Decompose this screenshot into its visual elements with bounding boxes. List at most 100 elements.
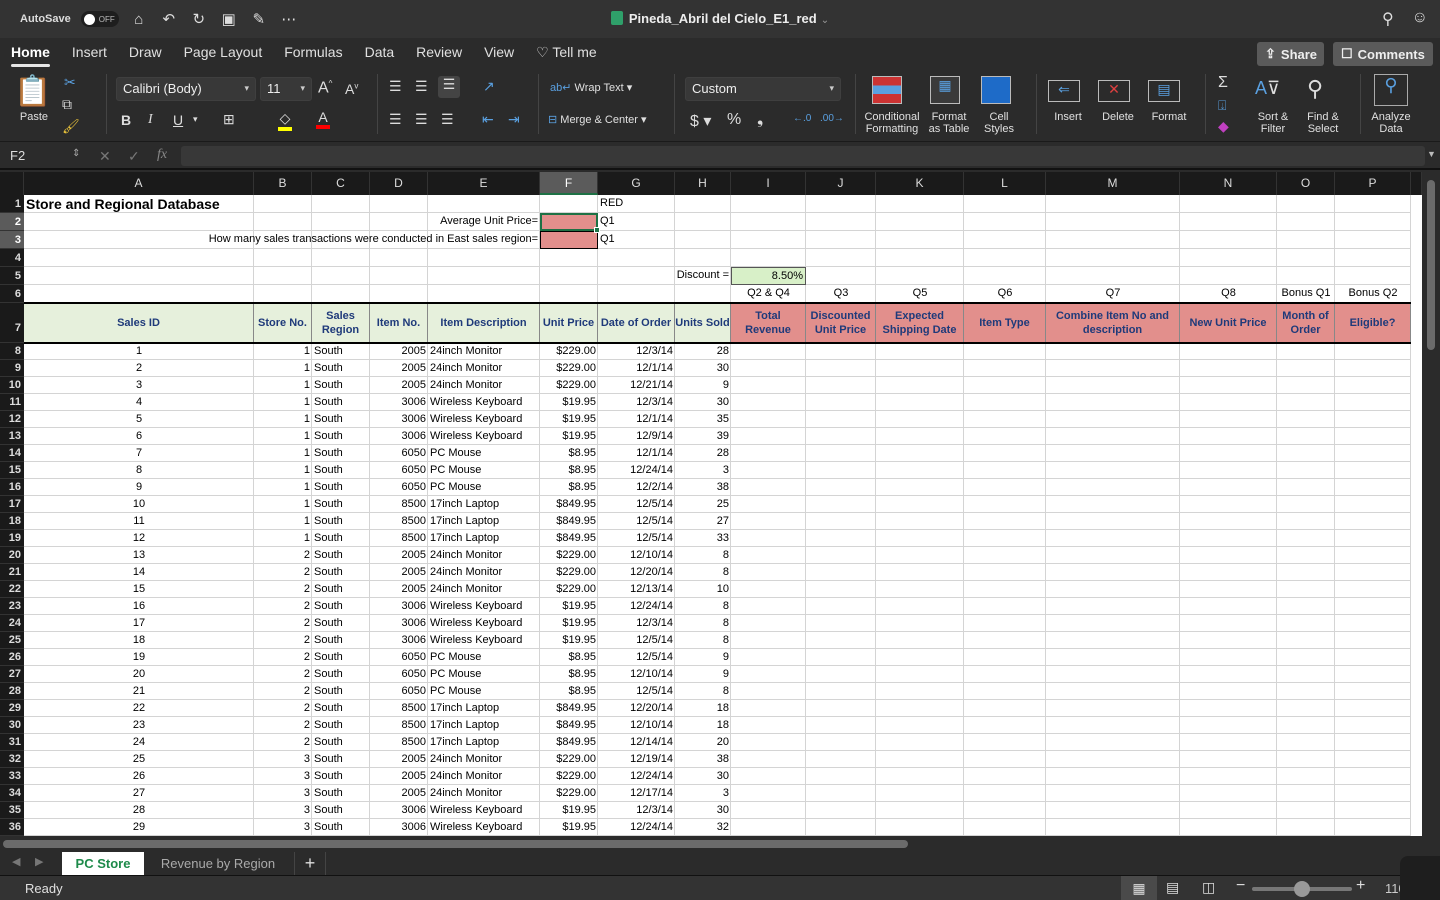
cell-p22[interactable]	[1335, 581, 1411, 598]
cell-m27[interactable]	[1046, 666, 1180, 683]
cell-h4[interactable]	[675, 249, 731, 267]
cell-m19[interactable]	[1046, 530, 1180, 547]
table-cell[interactable]: 18	[24, 632, 254, 649]
cell-o16[interactable]	[1277, 479, 1335, 496]
table-cell[interactable]: 12/20/14	[598, 564, 675, 581]
question-label-n[interactable]: Q8	[1180, 285, 1277, 303]
cell-l30[interactable]	[964, 717, 1046, 734]
column-header-k[interactable]: K	[876, 172, 964, 195]
select-all-corner[interactable]	[0, 172, 24, 195]
table-cell[interactable]: Wireless Keyboard	[428, 394, 540, 411]
cell-a5[interactable]	[24, 267, 254, 285]
table-cell[interactable]: 2	[254, 598, 312, 615]
cell-l21[interactable]	[964, 564, 1046, 581]
table-cell[interactable]: $19.95	[540, 598, 598, 615]
cell-n1[interactable]	[1180, 195, 1277, 213]
table-cell[interactable]: 12/24/14	[598, 768, 675, 785]
cell-i27[interactable]	[731, 666, 806, 683]
cell-h1[interactable]	[675, 195, 731, 213]
cell-p25[interactable]	[1335, 632, 1411, 649]
table-cell[interactable]: 8	[675, 632, 731, 649]
cell-n34[interactable]	[1180, 785, 1277, 802]
table-cell[interactable]: South	[312, 394, 370, 411]
horizontal-scrollbar[interactable]	[0, 836, 1440, 852]
cell-k14[interactable]	[876, 445, 964, 462]
font-size-dropdown[interactable]: 11 ▾	[260, 77, 312, 101]
table-cell[interactable]: South	[312, 547, 370, 564]
cell-j36[interactable]	[806, 819, 876, 836]
cell-l3[interactable]	[964, 231, 1046, 249]
row-header[interactable]: 3	[0, 231, 24, 249]
cell-l17[interactable]	[964, 496, 1046, 513]
column-header-f[interactable]: F	[540, 172, 598, 195]
align-right-icon[interactable]: ☰	[441, 111, 454, 128]
column-header-j[interactable]: J	[806, 172, 876, 195]
cell-i8[interactable]	[731, 343, 806, 360]
table-cell[interactable]: 3	[254, 785, 312, 802]
table-cell[interactable]: South	[312, 564, 370, 581]
cell-m18[interactable]	[1046, 513, 1180, 530]
table-cell[interactable]: 39	[675, 428, 731, 445]
table-cell[interactable]: $8.95	[540, 649, 598, 666]
cell-a4[interactable]	[24, 249, 254, 267]
cell-m5[interactable]	[1046, 267, 1180, 285]
cell-n2[interactable]	[1180, 213, 1277, 231]
more-icon[interactable]: ⋯	[279, 9, 299, 29]
table-cell[interactable]: South	[312, 632, 370, 649]
table-cell[interactable]: 12/1/14	[598, 411, 675, 428]
cell-j17[interactable]	[806, 496, 876, 513]
expand-formula-icon[interactable]: ▼	[1427, 149, 1436, 159]
table-cell[interactable]: 3006	[370, 615, 428, 632]
table-cell[interactable]: $8.95	[540, 445, 598, 462]
table-cell[interactable]: 1	[254, 496, 312, 513]
enter-icon[interactable]: ✓	[128, 148, 140, 165]
table-cell[interactable]: PC Mouse	[428, 649, 540, 666]
cell-j9[interactable]	[806, 360, 876, 377]
cell-m26[interactable]	[1046, 649, 1180, 666]
table-cell[interactable]: 12/20/14	[598, 700, 675, 717]
tab-formulas[interactable]: Formulas	[284, 38, 353, 68]
column-heading-j[interactable]: Discounted Unit Price	[806, 304, 876, 342]
cell-k8[interactable]	[876, 343, 964, 360]
zoom-slider[interactable]	[1252, 881, 1352, 897]
cell-p18[interactable]	[1335, 513, 1411, 530]
cell-k2[interactable]	[876, 213, 964, 231]
average-unit-price-input[interactable]	[540, 213, 598, 231]
align-bottom-icon[interactable]: ☰	[438, 76, 460, 98]
analyze-data-icon[interactable]: ⚲	[1374, 74, 1408, 106]
table-cell[interactable]: 12/10/14	[598, 666, 675, 683]
decrease-font-size-icon[interactable]: Av	[345, 81, 358, 97]
table-cell[interactable]: 2005	[370, 581, 428, 598]
table-cell[interactable]: 1	[254, 530, 312, 547]
table-cell[interactable]: 2005	[370, 768, 428, 785]
table-cell[interactable]: 17inch Laptop	[428, 496, 540, 513]
cell-k16[interactable]	[876, 479, 964, 496]
cell-h6[interactable]	[675, 285, 731, 303]
table-cell[interactable]: 12/24/14	[598, 462, 675, 479]
cell-g3[interactable]: Q1	[598, 231, 675, 249]
table-cell[interactable]: 2005	[370, 785, 428, 802]
cell-n11[interactable]	[1180, 394, 1277, 411]
increase-indent-icon[interactable]: ⇥	[508, 111, 520, 128]
sort-filter-button[interactable]: Sort & Filter	[1250, 111, 1296, 135]
cell-k20[interactable]	[876, 547, 964, 564]
cell-m11[interactable]	[1046, 394, 1180, 411]
column-heading-h[interactable]: Units Sold	[675, 304, 731, 342]
row-header[interactable]: 36	[0, 819, 24, 836]
cell-m17[interactable]	[1046, 496, 1180, 513]
cell-o35[interactable]	[1277, 802, 1335, 819]
table-cell[interactable]: 17inch Laptop	[428, 513, 540, 530]
underline-icon[interactable]: U	[173, 112, 183, 128]
table-cell[interactable]: 12/5/14	[598, 496, 675, 513]
table-cell[interactable]: 6050	[370, 445, 428, 462]
copy-icon[interactable]: ⧉	[62, 96, 72, 113]
conditional-formatting-button[interactable]: Conditional Formatting	[860, 111, 924, 135]
cell-p19[interactable]	[1335, 530, 1411, 547]
cell-m32[interactable]	[1046, 751, 1180, 768]
table-cell[interactable]: 24inch Monitor	[428, 377, 540, 394]
table-cell[interactable]: 3006	[370, 632, 428, 649]
page-layout-view-icon[interactable]: ▤	[1166, 879, 1179, 896]
cell-n15[interactable]	[1180, 462, 1277, 479]
redo-icon[interactable]: ↻	[189, 9, 209, 29]
column-heading-k[interactable]: Expected Shipping Date	[876, 304, 964, 342]
